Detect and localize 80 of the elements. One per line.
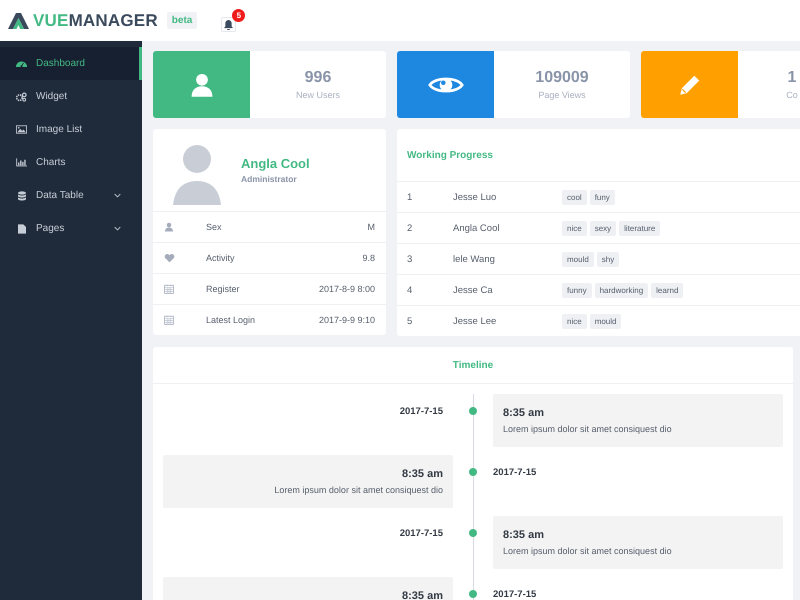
row-index: 5: [407, 316, 414, 326]
sidebar-item[interactable]: Image List: [0, 113, 142, 146]
timeline-dot: [469, 468, 477, 476]
logo-text: VUEMANAGER: [33, 10, 158, 30]
gears-icon: [16, 92, 27, 102]
notification-button[interactable]: [221, 17, 236, 32]
logo-icon: [8, 12, 29, 28]
entry-text: Lorem ipsum dolor sit amet consiquest dio: [503, 424, 673, 434]
timeline-dot: [469, 407, 477, 415]
document-icon: [18, 224, 26, 234]
calendar-icon: [164, 315, 174, 325]
info-label: Sex: [206, 222, 223, 232]
sidebar-item[interactable]: Dashboard: [0, 47, 142, 80]
dashboard-icon: [16, 59, 27, 68]
entry-time: 8:35 am: [401, 590, 443, 600]
tag: mould: [562, 252, 594, 266]
row-index: 3: [407, 254, 414, 264]
stat-label: Page Views: [538, 90, 586, 100]
entry-text: Lorem ipsum dolor sit amet consiquest dio: [503, 546, 673, 556]
notification-badge: 5: [232, 9, 246, 22]
tag: cool: [562, 190, 587, 204]
tag: funny: [562, 282, 592, 298]
profile-name: Angla Cool: [241, 156, 310, 171]
sidebar-item[interactable]: Charts: [0, 146, 142, 179]
tag: nice: [562, 314, 587, 328]
person-name: Jesse Lee: [453, 316, 498, 326]
chevron-down-icon: [114, 193, 121, 198]
stat-label: New Users: [296, 90, 340, 100]
tag: learnd: [651, 282, 684, 298]
info-value: 2017-8-9 8:00: [318, 284, 375, 294]
entry-time: 8:35 am: [401, 468, 443, 480]
entry-date: 2017-7-15: [400, 406, 443, 417]
info-label: Latest Login: [206, 315, 256, 325]
picture-icon: [16, 125, 27, 134]
tag: sexy: [590, 220, 616, 236]
user-icon: [188, 72, 214, 98]
stat-value: 1: [788, 69, 796, 87]
calendar-icon: [164, 284, 174, 294]
sidebar-item[interactable]: Data Table: [0, 179, 142, 212]
database-icon: [18, 190, 26, 200]
timeline-dot: [469, 590, 477, 598]
heart-icon: [164, 253, 175, 263]
entry-date: 2017-7-15: [400, 528, 443, 539]
person-icon: [164, 222, 174, 232]
bar-chart-icon: [16, 158, 27, 167]
person-name: Jesse Ca: [453, 284, 494, 296]
tag: shy: [596, 252, 620, 266]
sidebar-item[interactable]: Widget: [0, 80, 142, 113]
stat-value: 109009: [535, 69, 589, 87]
timeline-dot: [469, 529, 477, 537]
info-label: Activity: [206, 253, 236, 263]
row-index: 1: [407, 192, 414, 202]
stat-value: 996: [304, 69, 332, 87]
person-name: lele Wang: [453, 254, 496, 264]
beta-tag: beta: [166, 12, 198, 29]
info-value: 9.8: [362, 253, 375, 263]
tag: mould: [590, 314, 622, 328]
tag: nice: [562, 220, 587, 236]
person-name: Jesse Luo: [453, 192, 498, 202]
profile-role: Administrator: [241, 174, 298, 184]
entry-time: 8:35 am: [503, 407, 545, 419]
entry-date: 2017-7-15: [493, 467, 536, 478]
stat-label: Co: [786, 90, 798, 100]
row-index: 2: [407, 222, 414, 234]
tag: hardworking: [594, 282, 648, 298]
card-title: Timeline: [153, 347, 793, 384]
chevron-down-icon: [114, 226, 121, 231]
tag: literature: [619, 220, 660, 236]
entry-time: 8:35 am: [503, 529, 545, 541]
row-index: 4: [407, 284, 414, 296]
sidebar-item[interactable]: Pages: [0, 212, 142, 245]
person-name: Angla Cool: [453, 222, 500, 234]
info-value: M: [368, 222, 375, 232]
tag: funy: [590, 190, 615, 204]
info-label: Register: [206, 284, 241, 294]
info-value: 2017-9-9 9:10: [318, 315, 375, 325]
card-title: Working Progress: [397, 129, 800, 182]
entry-date: 2017-7-15: [493, 589, 536, 600]
entry-text: Lorem ipsum dolor sit amet consiquest dio: [273, 485, 443, 495]
bell-icon: [224, 20, 234, 30]
